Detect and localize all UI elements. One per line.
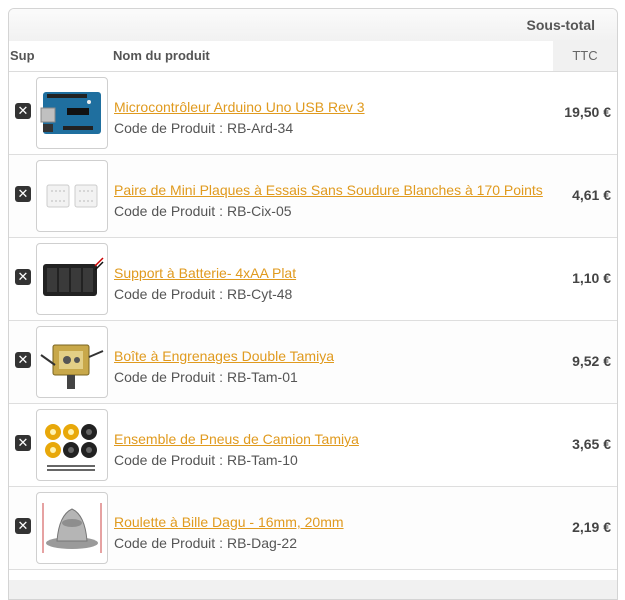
remove-item-icon[interactable]: ✕ [15, 518, 31, 534]
product-code-value: RB-Ard-34 [226, 120, 294, 136]
product-code: Code de Produit : RB-Tam-01 [114, 369, 298, 385]
cart-row: ✕ Microcontrôleur Arduino Uno USB Rev 3 … [9, 72, 617, 155]
product-code-value: RB-Dag-22 [226, 535, 297, 551]
ttc-column-header: TTC [553, 41, 617, 71]
product-code-label: Code de Produit : [114, 286, 223, 302]
item-price: 2,19 € [572, 519, 611, 535]
product-column-header: Nom du produit [113, 48, 210, 63]
cart-row: ✕ Boîte à Engrenages Double Tamiya Code … [9, 321, 617, 404]
product-code-value: RB-Cyt-48 [226, 286, 293, 302]
product-code: Code de Produit : RB-Cix-05 [114, 203, 292, 219]
product-thumbnail[interactable] [36, 326, 108, 398]
product-link[interactable]: Ensemble de Pneus de Camion Tamiya [114, 431, 359, 447]
product-link[interactable]: Boîte à Engrenages Double Tamiya [114, 348, 334, 364]
subtotal-header: Sous-total [9, 9, 617, 41]
product-thumbnail[interactable] [36, 492, 108, 564]
cart-row: ✕ Paire de Mini Plaques à Essais Sans So… [9, 155, 617, 238]
product-code-value: RB-Tam-10 [226, 452, 298, 468]
product-code: Code de Produit : RB-Ard-34 [114, 120, 293, 136]
battery-holder-icon [43, 257, 104, 296]
product-code-label: Code de Produit : [114, 452, 223, 468]
cart-footer [9, 580, 617, 599]
product-link[interactable]: Roulette à Bille Dagu - 16mm, 20mm [114, 514, 344, 530]
product-code-label: Code de Produit : [114, 120, 223, 136]
product-code-label: Code de Produit : [114, 203, 223, 219]
breadboard-icon [46, 184, 98, 208]
product-link[interactable]: Paire de Mini Plaques à Essais Sans Soud… [114, 182, 543, 198]
tires-icon [45, 424, 97, 471]
product-thumbnail[interactable] [36, 243, 108, 315]
product-code: Code de Produit : RB-Cyt-48 [114, 286, 292, 302]
product-thumbnail[interactable] [36, 77, 108, 149]
remove-item-icon[interactable]: ✕ [15, 269, 31, 285]
subtotal-label: Sous-total [526, 17, 595, 33]
remove-item-icon[interactable]: ✕ [15, 352, 31, 368]
cart-row: ✕ Support à Batterie- 4xAA Plat Code de … [9, 238, 617, 321]
product-code-value: RB-Cix-05 [226, 203, 292, 219]
cart-row: ✕ Roulette à Bille Dagu - 16mm, 20mm Cod… [9, 487, 617, 570]
product-link[interactable]: Support à Batterie- 4xAA Plat [114, 265, 296, 281]
arduino-board-icon [40, 92, 101, 134]
cart-table: Sous-total Sup Nom du produit TTC ✕ Micr… [8, 8, 618, 600]
product-code-label: Code de Produit : [114, 535, 223, 551]
item-price: 4,61 € [572, 187, 611, 203]
product-code-value: RB-Tam-01 [226, 369, 298, 385]
cart-row: ✕ Ensemble de Pneus de Camion Tamiya Cod… [9, 404, 617, 487]
item-price: 3,65 € [572, 436, 611, 452]
item-price: 9,52 € [572, 353, 611, 369]
product-thumbnail[interactable] [36, 160, 108, 232]
gearbox-icon [40, 344, 104, 389]
product-code-label: Code de Produit : [114, 369, 223, 385]
product-link[interactable]: Microcontrôleur Arduino Uno USB Rev 3 [114, 99, 365, 115]
cart-rows: ✕ Microcontrôleur Arduino Uno USB Rev 3 … [9, 72, 617, 570]
product-code: Code de Produit : RB-Dag-22 [114, 535, 297, 551]
remove-item-icon[interactable]: ✕ [15, 435, 31, 451]
ball-caster-icon [42, 503, 102, 553]
item-price: 19,50 € [564, 104, 611, 120]
remove-item-icon[interactable]: ✕ [15, 103, 31, 119]
column-header-row: Sup Nom du produit TTC [9, 41, 617, 72]
product-thumbnail[interactable] [36, 409, 108, 481]
product-code: Code de Produit : RB-Tam-10 [114, 452, 298, 468]
item-price: 1,10 € [572, 270, 611, 286]
remove-item-icon[interactable]: ✕ [15, 186, 31, 202]
delete-column-header: Sup [10, 48, 35, 63]
